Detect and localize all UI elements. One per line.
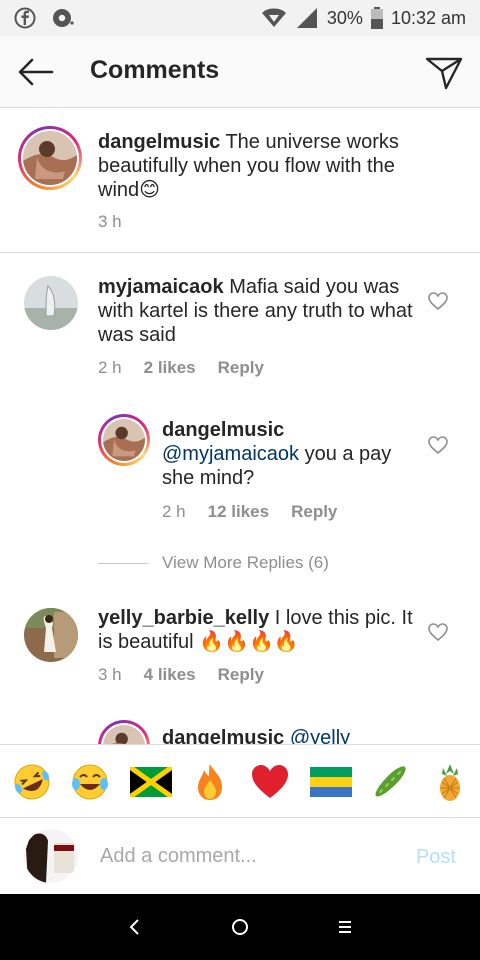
caption-meta: 3 h [98, 212, 144, 232]
rolling-laughing-emoji-button[interactable] [12, 762, 52, 802]
tears-of-joy-emoji-button[interactable] [70, 762, 110, 802]
quick-emoji-bar [0, 744, 480, 818]
profile-photo [103, 419, 145, 461]
nav-back-icon[interactable] [120, 912, 150, 942]
reply-username[interactable]: dangelmusic [162, 419, 284, 441]
reply-avatar[interactable] [98, 414, 150, 466]
commenter-avatar[interactable] [24, 276, 78, 330]
likes-count[interactable]: 2 likes [144, 358, 196, 378]
mention-link[interactable]: @yelly [290, 727, 350, 744]
reply-avatar[interactable] [98, 720, 150, 744]
comment-meta: 2 h 2 likes Reply [98, 358, 286, 378]
page-title: Comments [90, 56, 220, 84]
app-header: Comments [0, 36, 480, 108]
comment-time: 2 h [98, 358, 122, 377]
view-more-label[interactable]: View More Replies (6) [162, 553, 329, 573]
signal-icon [296, 8, 317, 28]
profile-photo [103, 725, 145, 744]
caption-time: 3 h [98, 212, 122, 231]
profile-photo [23, 131, 77, 185]
comment-username[interactable]: yelly_barbie_kelly [98, 607, 269, 629]
caption-avatar[interactable] [18, 126, 82, 190]
fire-emojis: 🔥🔥🔥🔥 [199, 631, 299, 653]
add-comment-input[interactable] [100, 838, 390, 874]
caption-text: dangelmusic The universe works beautiful… [98, 130, 438, 202]
likes-count[interactable]: 12 likes [208, 502, 269, 522]
wifi-icon [261, 8, 286, 27]
comment-text: myjamaicaok Mafia said you was with kart… [98, 275, 418, 347]
caption-username[interactable]: dangelmusic [98, 131, 220, 153]
reply-time: 2 h [162, 502, 186, 521]
nav-menu-icon[interactable] [330, 912, 360, 942]
like-heart-icon[interactable] [428, 623, 448, 641]
profile-photo [24, 829, 78, 883]
jamaica-flag-emoji-button[interactable] [130, 767, 172, 797]
mention-link[interactable]: @myjamaicaok [162, 443, 299, 465]
my-avatar [24, 829, 78, 883]
nav-home-icon[interactable] [225, 912, 255, 942]
reply-meta: 2 h 12 likes Reply [162, 502, 359, 522]
reply-button[interactable]: Reply [218, 665, 264, 685]
fire-emoji-button[interactable] [190, 762, 230, 802]
reply-button[interactable]: Reply [291, 502, 337, 522]
commenter-avatar[interactable] [24, 608, 78, 662]
profile-photo [24, 608, 78, 662]
direct-send-icon[interactable] [424, 52, 464, 92]
post-button[interactable]: Post [416, 846, 456, 869]
reply-text: dangelmusic @yelly [162, 726, 422, 744]
back-arrow-icon[interactable] [16, 54, 56, 90]
comment-username[interactable]: myjamaicaok [98, 276, 224, 298]
red-heart-emoji-button[interactable] [250, 762, 290, 802]
battery-percent: 30% [326, 7, 363, 28]
post-caption: dangelmusic The universe works beautiful… [0, 108, 480, 253]
likes-count[interactable]: 4 likes [144, 665, 196, 685]
smile-emoji: 😊 [139, 179, 160, 201]
video-notification-icon [53, 9, 74, 27]
facebook-icon [14, 7, 36, 29]
clock: 10:32 am [390, 7, 466, 28]
comment-meta: 3 h 4 likes Reply [98, 665, 286, 685]
reply-text: dangelmusic @myjamaicaok you a pay she m… [162, 418, 422, 490]
reply-username[interactable]: dangelmusic [162, 727, 284, 744]
cucumber-emoji-button[interactable] [370, 762, 410, 802]
reply-button[interactable]: Reply [218, 358, 264, 378]
system-nav-bar [0, 894, 480, 960]
status-bar: 30% 10:32 am [0, 0, 480, 36]
comments-list[interactable]: dangelmusic The universe works beautiful… [0, 108, 480, 744]
like-heart-icon[interactable] [428, 292, 448, 310]
comment-composer: Post [0, 818, 480, 894]
view-more-replies[interactable]: View More Replies (6) [98, 553, 329, 573]
like-heart-icon[interactable] [428, 436, 448, 454]
comment-text: yelly_barbie_kelly I love this pic. It i… [98, 606, 418, 654]
pineapple-emoji-button[interactable] [430, 762, 470, 802]
profile-photo [24, 276, 78, 330]
divider [98, 562, 148, 564]
battery-icon [370, 7, 383, 29]
comment-time: 3 h [98, 665, 122, 684]
gabon-flag-emoji-button[interactable] [310, 767, 352, 797]
